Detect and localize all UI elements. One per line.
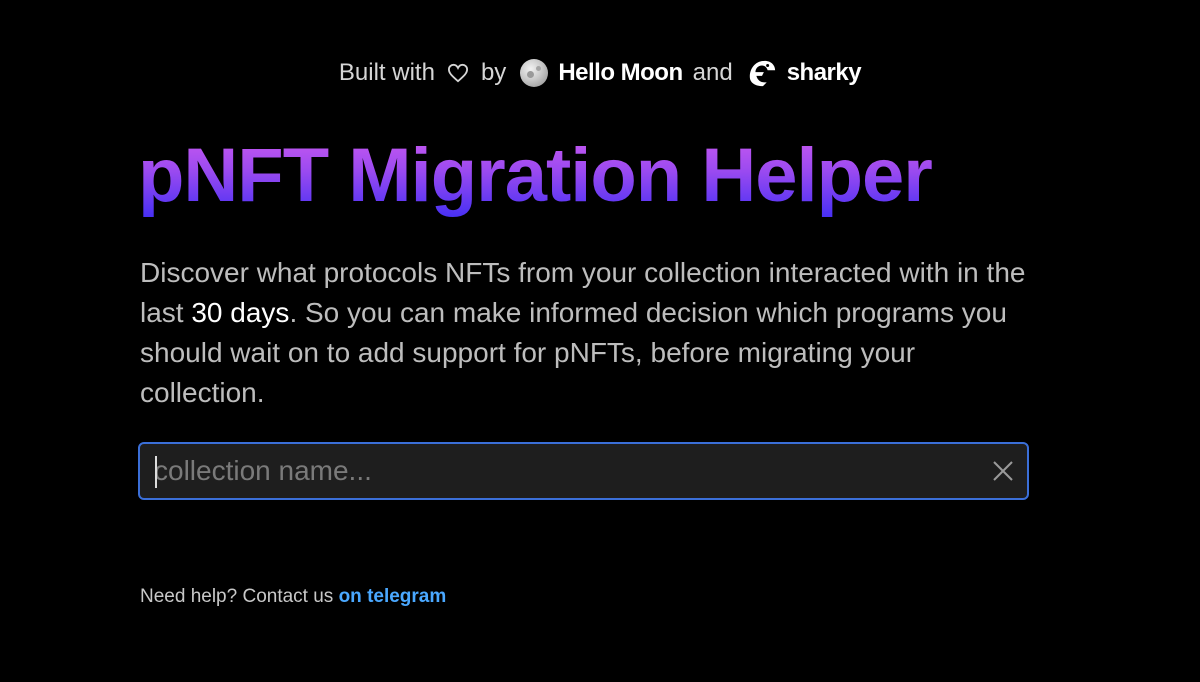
collection-search-input[interactable] [154,444,974,498]
description: Discover what protocols NFTs from your c… [140,253,1040,413]
page: Built with by Hello Moon and sharky pNFT… [0,0,1200,682]
text-caret [155,456,157,488]
by-text: by [480,59,507,86]
help-text: Need help? Contact us on telegram [140,586,446,608]
shark-logo-icon [749,60,775,87]
clear-icon[interactable] [989,457,1017,485]
telegram-link[interactable]: on telegram [339,586,447,607]
hello-moon-brand[interactable]: Hello Moon [558,59,683,87]
search-box [138,442,1029,500]
credits-bar: Built with by Hello Moon and sharky [0,55,1200,91]
page-title: pNFT Migration Helper [138,128,933,224]
help-prefix: Need help? Contact us [140,586,339,607]
heart-icon [447,63,469,83]
moon-logo-icon [520,59,549,87]
description-highlight: 30 days [191,297,290,328]
sharky-brand[interactable]: sharky [787,59,862,87]
and-text: and [692,59,733,86]
built-with-text: Built with [338,59,435,86]
